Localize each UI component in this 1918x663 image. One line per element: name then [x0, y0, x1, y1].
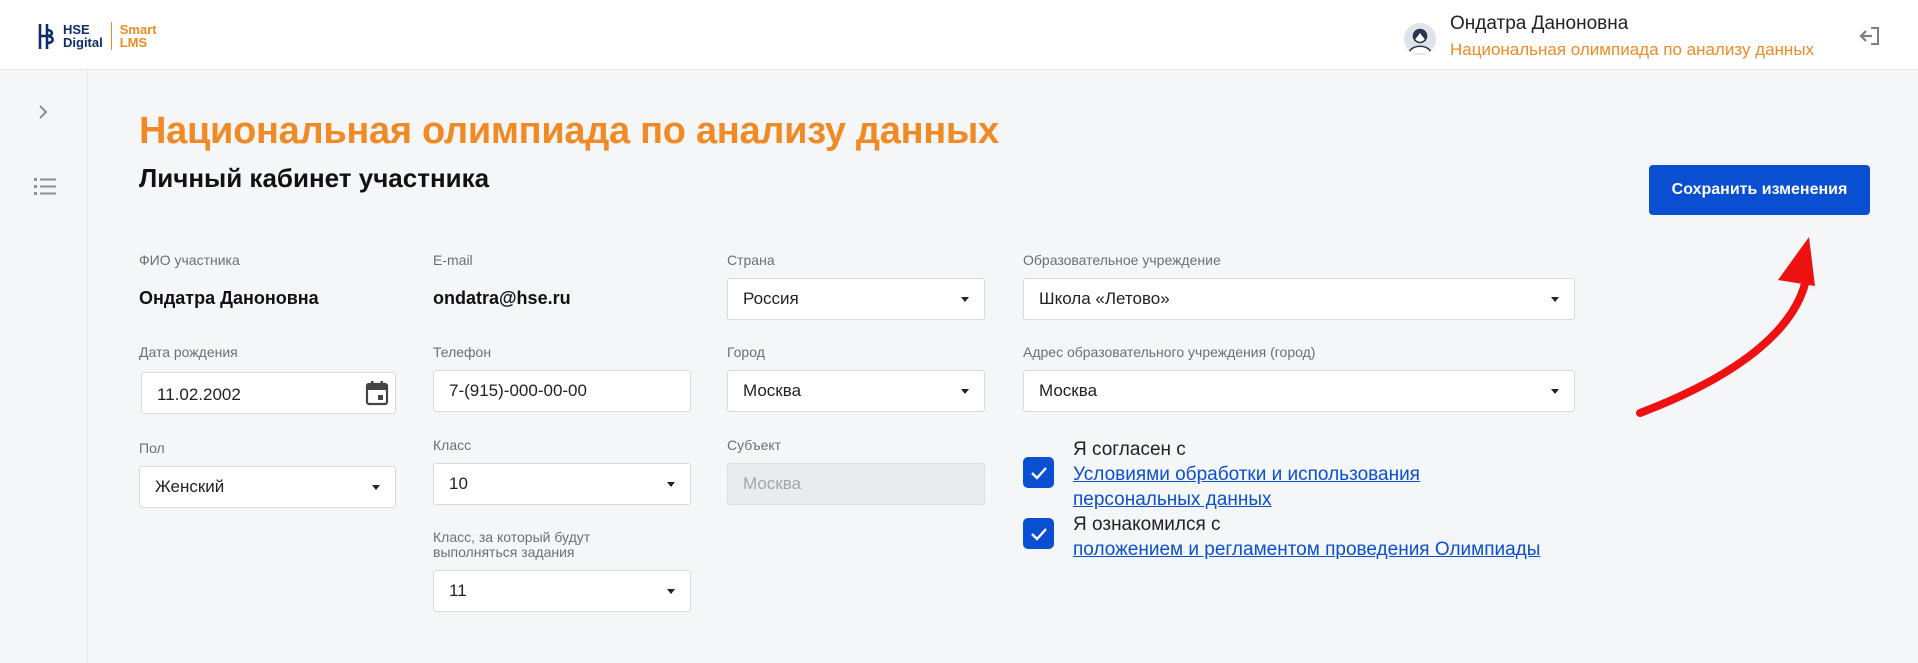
user-course: Национальная олимпиада по анализу данных: [1450, 40, 1815, 59]
logo-lms-text: Smart LMS: [120, 23, 157, 49]
olympiad-rules-link[interactable]: положением и регламентом проведения Олим…: [1073, 537, 1540, 562]
personal-data-link-line2[interactable]: персональных данных: [1073, 487, 1271, 512]
gender-value: Женский: [155, 477, 225, 496]
save-changes-button[interactable]: Сохранить изменения: [1649, 165, 1870, 215]
user-profile[interactable]: Ондатра Даноновна Национальная олимпиада…: [1404, 12, 1814, 61]
email-label: E-mail: [433, 252, 473, 268]
school-select[interactable]: Школа «Летово»: [1023, 278, 1575, 320]
gender-label: Пол: [139, 440, 165, 456]
user-avatar-icon: [1404, 22, 1436, 55]
logo-line-digital: Digital: [63, 35, 103, 50]
subject-value: Москва: [743, 474, 802, 493]
email-value: ondatra@hse.ru: [433, 288, 571, 308]
country-value: Россия: [743, 289, 799, 308]
consent-rules-text: Я ознакомился с: [1073, 514, 1221, 535]
birth-date-value: 11.02.2002: [157, 385, 241, 404]
logout-icon[interactable]: [1858, 26, 1880, 46]
page-subtitle: Личный кабинет участника: [139, 163, 490, 193]
class-label: Класс: [433, 437, 472, 453]
school-address-select[interactable]: Москва: [1023, 370, 1575, 412]
sidebar: [0, 70, 88, 663]
fio-label: ФИО участника: [139, 252, 240, 268]
consent-personal-data-text: Я согласен с: [1073, 439, 1186, 460]
consent-rules-checkbox[interactable]: [1023, 518, 1054, 549]
phone-value: 7-(915)-000-00-00: [449, 381, 587, 400]
school-label: Образовательное учреждение: [1023, 252, 1221, 268]
logo-text: HSE Digital: [63, 23, 103, 49]
class-value: 10: [449, 474, 468, 493]
class-select[interactable]: 10: [433, 463, 691, 505]
gender-select[interactable]: Женский: [139, 466, 396, 508]
country-label: Страна: [727, 252, 775, 268]
checkmark-icon: [1030, 466, 1047, 480]
birth-date-input[interactable]: 11.02.2002: [141, 372, 396, 414]
avatar[interactable]: [1404, 22, 1436, 55]
school-address-value: Москва: [1039, 381, 1098, 400]
chevron-down-icon: [961, 297, 969, 302]
school-value: Школа «Летово»: [1039, 289, 1170, 308]
logo-line-lms: LMS: [119, 35, 148, 50]
country-select[interactable]: Россия: [727, 278, 985, 320]
school-address-label: Адрес образовательного учреждения (город…: [1023, 344, 1316, 360]
task-class-label-line1: Класс, за который будут: [433, 529, 591, 545]
phone-label: Телефон: [433, 344, 492, 360]
birth-date-label: Дата рождения: [139, 344, 238, 360]
checkmark-icon: [1030, 527, 1047, 541]
personal-data-link-line1[interactable]: Условиями обработки и использования: [1073, 462, 1420, 487]
task-class-select[interactable]: 11: [433, 570, 691, 612]
page-title: Национальная олимпиада по анализу данных: [139, 110, 999, 152]
hse-logo-icon: [37, 22, 57, 51]
task-class-value: 11: [449, 581, 467, 600]
chevron-down-icon: [1551, 297, 1559, 302]
task-class-label: Класс, за который будут выполняться зада…: [433, 530, 590, 560]
hse-logo[interactable]: HSE Digital Smart LMS: [37, 21, 157, 51]
phone-input[interactable]: 7-(915)-000-00-00: [433, 370, 691, 412]
logo-separator: [110, 22, 112, 50]
chevron-down-icon: [667, 482, 675, 487]
calendar-icon[interactable]: [365, 380, 389, 406]
annotation-arrow: [1630, 225, 1830, 425]
task-class-label-line2: выполняться задания: [433, 544, 575, 560]
subject-input: Москва: [727, 463, 985, 505]
chevron-down-icon: [961, 389, 969, 394]
chevron-right-icon[interactable]: [34, 102, 52, 122]
consent-personal-data-checkbox[interactable]: [1023, 457, 1054, 488]
chevron-down-icon: [667, 589, 675, 594]
city-label: Город: [727, 344, 765, 360]
list-icon[interactable]: [33, 176, 57, 198]
subject-label: Субъект: [727, 437, 782, 453]
user-name: Ондатра Даноновна: [1450, 13, 1629, 34]
city-value: Москва: [743, 381, 802, 400]
fio-value: Ондатра Даноновна: [139, 288, 319, 308]
top-header: HSE Digital Smart LMS Ондатра Даноновна …: [0, 0, 1918, 70]
chevron-down-icon: [372, 485, 380, 490]
user-info: Ондатра Даноновна Национальная олимпиада…: [1450, 12, 1814, 61]
city-select[interactable]: Москва: [727, 370, 985, 412]
chevron-down-icon: [1551, 389, 1559, 394]
